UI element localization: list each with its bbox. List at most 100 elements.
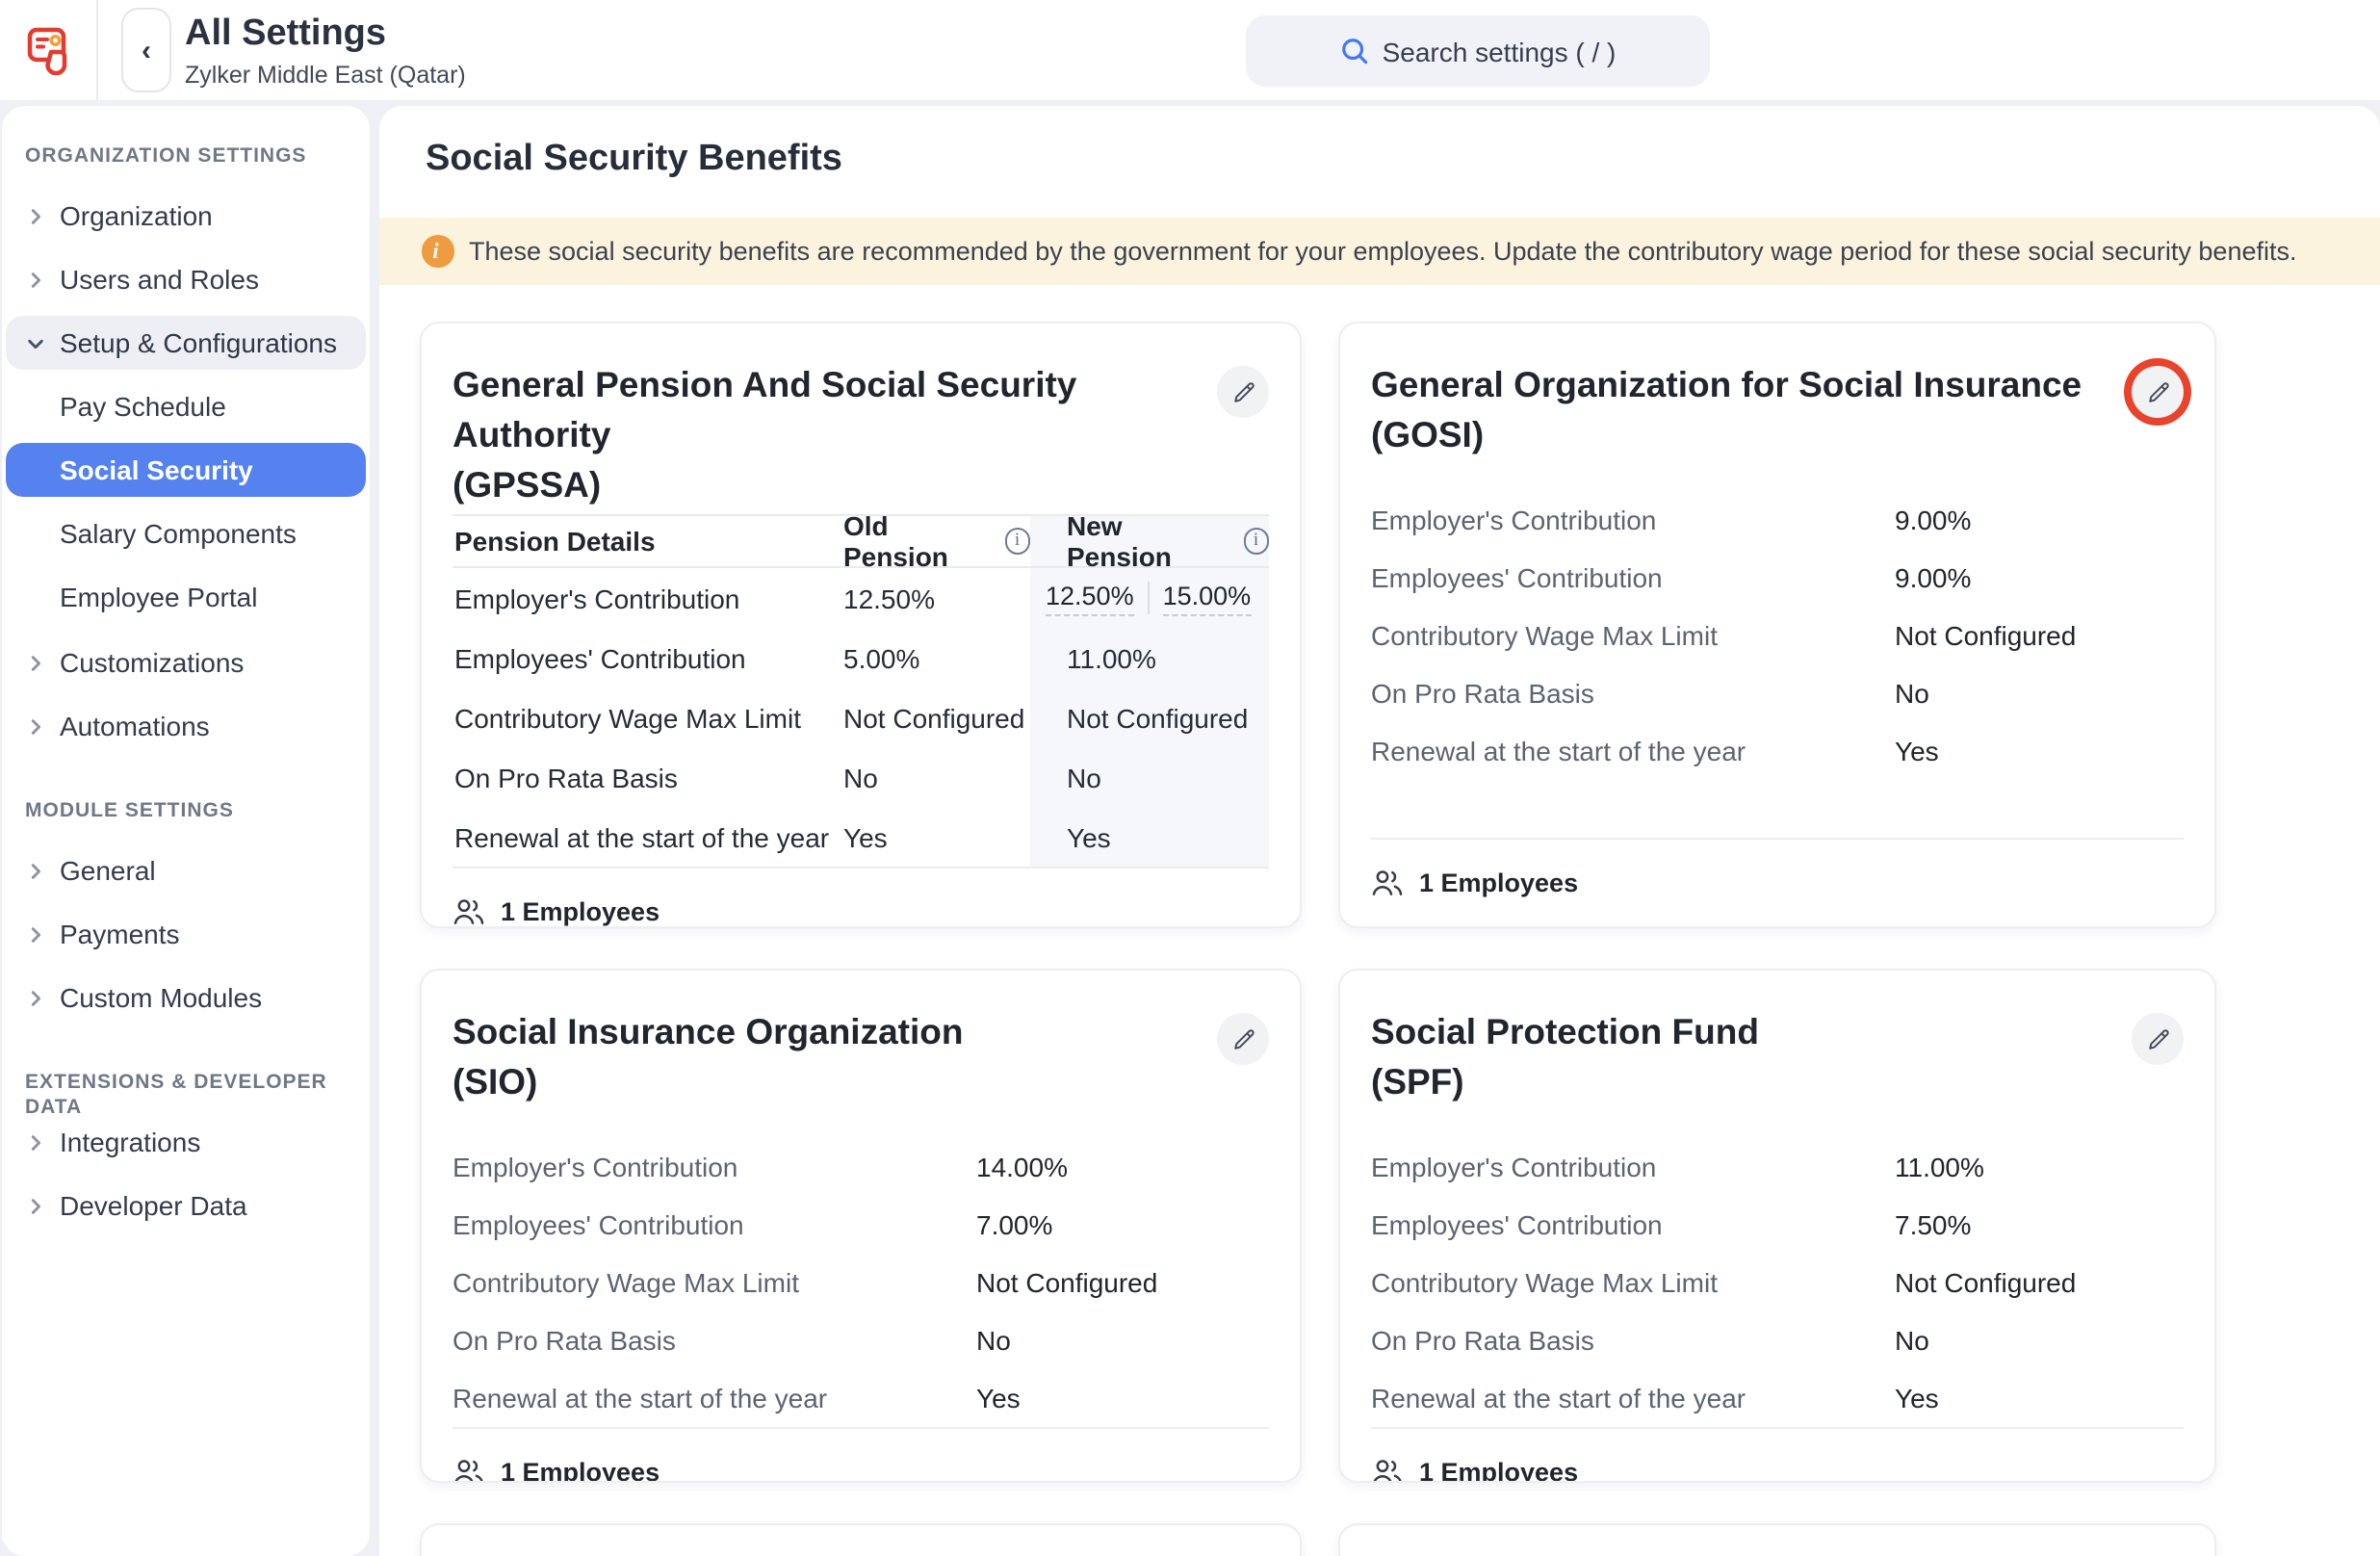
sidebar-item-label: Users and Roles [60,264,259,295]
card-footer: 1 Employees [1371,838,2184,926]
sidebar-item-label: Setup & Configurations [60,327,337,358]
new-pension-value: Yes [1030,807,1269,867]
edit-gpssa-button[interactable] [1217,366,1269,418]
page-header-title: All Settings [185,12,466,58]
sidebar-item-label: Integrations [60,1127,200,1157]
employees-icon [1371,869,1404,897]
detail-row: Employer's Contribution11.00% [1371,1138,2184,1196]
row-value: Yes [976,1383,1021,1413]
info-icon[interactable]: i [1004,529,1030,555]
detail-row: Renewal at the start of the yearYes [453,1369,1269,1427]
row-value: Not Configured [1895,620,2076,651]
info-banner: i These social security benefits are rec… [379,218,2380,285]
sidebar-item-organization[interactable]: Organization [6,189,366,243]
card-title: General Pension And Social Security Auth… [453,360,1217,510]
detail-row: Employer's Contribution14.00% [453,1138,1269,1196]
row-label: Contributory Wage Max Limit [1371,620,1895,651]
row-label: Contributory Wage Max Limit [1371,1267,1895,1298]
sidebar-item-label: Payments [60,919,180,949]
row-label: Contributory Wage Max Limit [453,702,843,733]
chevron-right-icon [27,270,46,289]
sidebar-item-customizations[interactable]: Customizations [6,635,366,689]
sidebar-item-label: Customizations [60,647,244,678]
row-value: Yes [1895,736,1939,766]
sidebar-item-salary-components[interactable]: Salary Components [6,506,366,560]
detail-row: Employees' Contribution7.50% [1371,1196,2184,1254]
card-title: General Organization for Social Insuranc… [1371,360,2132,460]
sidebar-item-automations[interactable]: Automations [6,699,366,753]
pencil-icon [2144,1025,2171,1052]
sidebar-item-label: Pay Schedule [60,391,226,422]
sidebar-item-label: Salary Components [60,518,297,549]
card-title: Social Insurance Organization (SIO) [453,1007,1217,1107]
row-value: 14.00% [976,1152,1068,1182]
row-label: Employer's Contribution [1371,1152,1895,1182]
table-row: Employees' Contribution 5.00% 11.00% [453,628,1269,687]
detail-row: Contributory Wage Max LimitNot Configure… [1371,607,2184,664]
new-pension-value-a[interactable]: 12.50% [1046,581,1134,615]
benefit-details: Employer's Contribution9.00% Employees' … [1371,491,2184,780]
chevron-left-icon: ‹ [142,34,151,66]
sidebar-item-developer-data[interactable]: Developer Data [6,1179,366,1232]
card-gosi: General Organization for Social Insuranc… [1338,322,2216,928]
card-header: Social Protection Fund (SPF) [1371,1007,2184,1107]
organization-name: Zylker Middle East (Qatar) [185,62,466,89]
sidebar-item-setup-configurations[interactable]: Setup & Configurations [6,316,366,370]
sidebar-item-social-security-selected[interactable]: Social Security [6,443,366,497]
search-icon [1340,37,1369,65]
sidebar-item-users-and-roles[interactable]: Users and Roles [6,252,366,306]
section-header-extensions-developer-data: EXTENSIONS & DEVELOPER DATA [2,1071,370,1096]
employees-icon [453,1458,485,1483]
card-partial [420,1523,1302,1556]
column-header-old-pension: Old Pensioni [843,510,1030,572]
section-header-organization-settings: ORGANIZATION SETTINGS [2,144,370,169]
pencil-icon [2144,378,2171,405]
row-label: Renewal at the start of the year [453,821,843,852]
card-spf: Social Protection Fund (SPF) Employer's … [1338,969,2216,1483]
sidebar-item-label: General [60,855,156,886]
card-footer: 1 Employees [1371,1427,2184,1483]
row-label: On Pro Rata Basis [1371,1325,1895,1356]
search-settings-input[interactable]: Search settings ( / ) [1246,15,1710,87]
chevron-right-icon [27,1196,46,1215]
employees-count: 1 Employees [501,1458,660,1483]
chevron-right-icon [27,653,46,672]
old-pension-value: No [843,762,1030,792]
row-value: 9.00% [1895,505,1971,535]
card-sio: Social Insurance Organization (SIO) Empl… [420,969,1302,1483]
old-pension-value: 12.50% [843,583,1030,613]
edit-spf-button[interactable] [2132,1013,2184,1065]
card-header: Social Insurance Organization (SIO) [453,1007,1269,1107]
sidebar-item-pay-schedule[interactable]: Pay Schedule [6,379,366,433]
benefit-cards-grid: General Pension And Social Security Auth… [420,322,2380,1556]
edit-gosi-button-highlighted[interactable] [2132,366,2184,418]
detail-row: On Pro Rata BasisNo [453,1311,1269,1369]
row-label: Employees' Contribution [1371,1209,1895,1240]
sidebar-item-label: Custom Modules [60,982,262,1013]
sidebar-item-employee-portal[interactable]: Employee Portal [6,570,366,624]
info-icon[interactable]: i [1243,529,1269,555]
pension-table-header: Pension Details Old Pensioni New Pension… [453,514,1269,568]
table-row: Renewal at the start of the year Yes Yes [453,807,1269,867]
chevron-right-icon [27,716,46,736]
row-label: Employer's Contribution [1371,505,1895,535]
row-value: No [1895,678,1929,709]
sidebar-item-payments[interactable]: Payments [6,907,366,961]
sidebar-item-general[interactable]: General [6,843,366,897]
row-label: On Pro Rata Basis [453,1325,976,1356]
info-icon: i [422,236,453,268]
card-partial [1338,1523,2216,1556]
back-button[interactable]: ‹ [121,8,171,92]
sidebar-item-integrations[interactable]: Integrations [6,1115,366,1169]
row-label: On Pro Rata Basis [453,762,843,792]
chevron-right-icon [27,1132,46,1152]
value-divider [1148,582,1150,614]
detail-row: On Pro Rata BasisNo [1371,1311,2184,1369]
new-pension-value-b[interactable]: 15.00% [1163,581,1252,615]
detail-row: Employer's Contribution9.00% [1371,491,2184,549]
sidebar-item-label: Social Security [60,454,253,485]
app-logo[interactable] [0,0,98,100]
edit-sio-button[interactable] [1217,1013,1269,1065]
row-value: Not Configured [976,1267,1157,1298]
sidebar-item-custom-modules[interactable]: Custom Modules [6,971,366,1024]
